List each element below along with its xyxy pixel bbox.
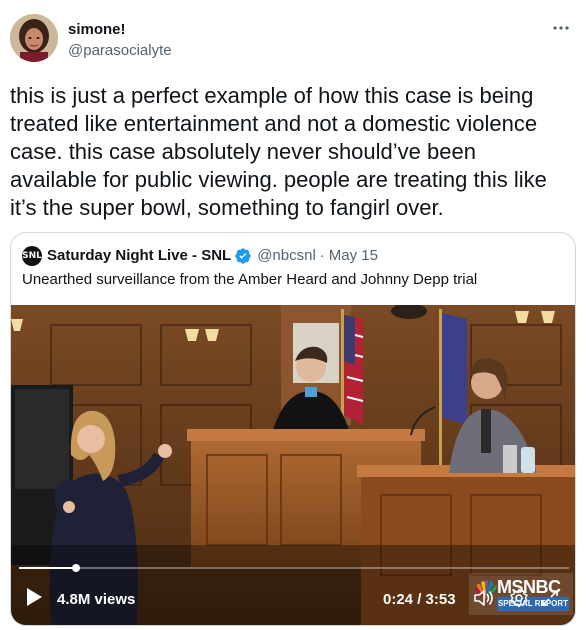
view-count: 4.8M views [57, 591, 136, 608]
verified-badge-icon [234, 247, 252, 265]
progress-track[interactable] [19, 567, 569, 569]
author-info: simone! @parasocialyte [68, 20, 172, 60]
video-player[interactable]: MSNBC SPECIAL REPORT 4.8M views 0:24 / 3… [11, 305, 575, 625]
quoted-tweet-header: SNL Saturday Night Live - SNL @nbcsnl · … [22, 246, 378, 266]
quoted-display-name[interactable]: Saturday Night Live - SNL [47, 246, 231, 266]
author-handle[interactable]: @parasocialyte [68, 41, 172, 60]
separator-dot: · [319, 247, 325, 264]
tweet-text: this is just a perfect example of how th… [10, 83, 547, 220]
volume-icon[interactable] [473, 589, 495, 607]
snl-logo: SNL [22, 246, 42, 266]
quoted-date[interactable]: May 15 [329, 246, 378, 266]
avatar[interactable] [10, 14, 58, 62]
quoted-handle[interactable]: @nbcsnl [257, 246, 316, 266]
video-timecode: 0:24 / 3:53 [383, 591, 456, 608]
progress-fill [19, 567, 76, 569]
quoted-tweet-text: Unearthed surveillance from the Amber He… [22, 271, 478, 288]
quoted-tweet[interactable]: SNL Saturday Night Live - SNL @nbcsnl · … [10, 232, 576, 626]
more-options-button[interactable] [552, 18, 570, 36]
gear-icon[interactable] [509, 588, 529, 608]
progress-scrubber[interactable] [72, 564, 80, 572]
play-icon[interactable] [25, 587, 43, 607]
ellipsis-icon [553, 26, 569, 30]
author-display-name[interactable]: simone! [68, 20, 172, 39]
fullscreen-icon[interactable] [541, 589, 559, 607]
